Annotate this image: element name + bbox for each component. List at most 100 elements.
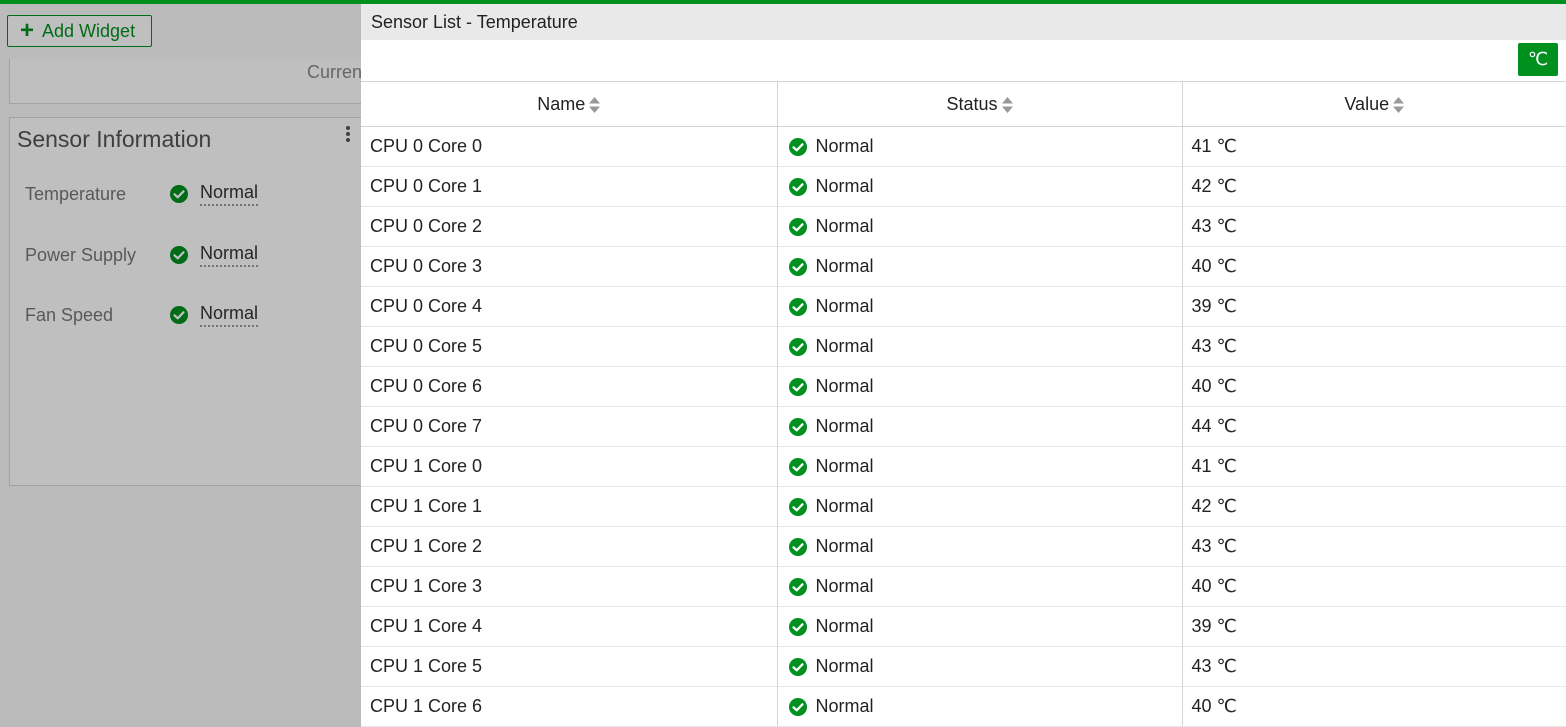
sensor-status-text: Normal (815, 296, 874, 316)
sensor-status-text: Normal (815, 216, 874, 236)
sort-icon[interactable] (589, 96, 601, 113)
sensor-value-cell: 43 ℃ (1182, 206, 1566, 247)
sensor-status-cell: Normal (777, 526, 1183, 567)
top-accent-bar (0, 0, 1566, 4)
sensor-value-cell: 41 ℃ (1182, 446, 1566, 487)
check-circle-icon (788, 297, 807, 316)
table-row[interactable]: CPU 1 Core 4 Normal 39 ℃ (361, 606, 1566, 647)
sensor-name-cell: CPU 1 Core 1 (361, 486, 778, 527)
sensor-status-text: Normal (815, 136, 874, 156)
sensor-value-cell: 43 ℃ (1182, 326, 1566, 367)
sensor-name-cell: CPU 1 Core 5 (361, 646, 778, 687)
sensor-value-cell: 41 ℃ (1182, 126, 1566, 167)
sensor-status-text: Normal (815, 496, 874, 516)
sensor-status-text: Normal (815, 256, 874, 276)
sensor-status-cell: Normal (777, 126, 1183, 167)
sort-icon[interactable] (1001, 96, 1013, 113)
check-circle-icon (788, 137, 807, 156)
sensor-status-text: Normal (815, 616, 874, 636)
sensor-status-cell: Normal (777, 646, 1183, 687)
check-circle-icon (788, 657, 807, 676)
table-row[interactable]: CPU 0 Core 6 Normal 40 ℃ (361, 366, 1566, 407)
panel-toolbar: ℃ (361, 40, 1566, 82)
sort-icon[interactable] (1393, 96, 1405, 113)
table-row[interactable]: CPU 1 Core 2 Normal 43 ℃ (361, 526, 1566, 567)
sensor-status-cell: Normal (777, 166, 1183, 207)
sensor-value-cell: 43 ℃ (1182, 526, 1566, 567)
sensor-list-panel: Sensor List - Temperature ℃ Name Status … (361, 4, 1566, 727)
sensor-value-cell: 39 ℃ (1182, 286, 1566, 327)
table-row[interactable]: CPU 0 Core 5 Normal 43 ℃ (361, 326, 1566, 367)
sensor-value-cell: 42 ℃ (1182, 486, 1566, 527)
sensor-value-cell: 40 ℃ (1182, 686, 1566, 727)
table-row[interactable]: CPU 1 Core 5 Normal 43 ℃ (361, 646, 1566, 687)
check-circle-icon (788, 577, 807, 596)
sensor-name-cell: CPU 1 Core 2 (361, 526, 778, 567)
sensor-name-cell: CPU 0 Core 5 (361, 326, 778, 367)
check-circle-icon (788, 457, 807, 476)
sensor-status-text: Normal (815, 176, 874, 196)
sensor-value-cell: 43 ℃ (1182, 646, 1566, 687)
sensor-status-cell: Normal (777, 446, 1183, 487)
sensor-name-cell: CPU 1 Core 3 (361, 566, 778, 607)
check-circle-icon (788, 177, 807, 196)
table-row[interactable]: CPU 0 Core 1 Normal 42 ℃ (361, 166, 1566, 207)
sensor-status-text: Normal (815, 416, 874, 436)
sensor-name-cell: CPU 0 Core 4 (361, 286, 778, 327)
sensor-value-cell: 39 ℃ (1182, 606, 1566, 647)
sensor-status-text: Normal (815, 336, 874, 356)
sensor-status-cell: Normal (777, 566, 1183, 607)
sensor-name-cell: CPU 0 Core 2 (361, 206, 778, 247)
sensor-name-cell: CPU 1 Core 4 (361, 606, 778, 647)
sensor-name-cell: CPU 0 Core 3 (361, 246, 778, 287)
sensor-status-text: Normal (815, 576, 874, 596)
panel-header: Sensor List - Temperature (361, 4, 1566, 40)
table-header-row: Name Status Value (361, 82, 1566, 127)
sensor-value-cell: 42 ℃ (1182, 166, 1566, 207)
sensor-status-text: Normal (815, 656, 874, 676)
sensor-status-cell: Normal (777, 326, 1183, 367)
sensor-status-text: Normal (815, 536, 874, 556)
table-row[interactable]: CPU 1 Core 1 Normal 42 ℃ (361, 486, 1566, 527)
sensor-status-cell: Normal (777, 206, 1183, 247)
celsius-toggle-button[interactable]: ℃ (1518, 43, 1558, 76)
sensor-value-cell: 44 ℃ (1182, 406, 1566, 447)
check-circle-icon (788, 417, 807, 436)
column-header-status[interactable]: Status (777, 82, 1183, 127)
check-circle-icon (788, 537, 807, 556)
sensor-value-cell: 40 ℃ (1182, 246, 1566, 287)
table-row[interactable]: CPU 0 Core 3 Normal 40 ℃ (361, 246, 1566, 287)
sensor-table: Name Status Value CPU 0 Core 0 Normal 41… (361, 82, 1566, 727)
sensor-name-cell: CPU 1 Core 0 (361, 446, 778, 487)
check-circle-icon (788, 497, 807, 516)
table-row[interactable]: CPU 0 Core 0 Normal 41 ℃ (361, 126, 1566, 167)
column-header-value[interactable]: Value (1182, 82, 1566, 127)
check-circle-icon (788, 617, 807, 636)
sensor-status-cell: Normal (777, 366, 1183, 407)
sensor-status-cell: Normal (777, 486, 1183, 527)
column-header-name[interactable]: Name (361, 82, 778, 127)
check-circle-icon (788, 697, 807, 716)
sensor-value-cell: 40 ℃ (1182, 366, 1566, 407)
sensor-status-text: Normal (815, 696, 874, 716)
table-row[interactable]: CPU 0 Core 7 Normal 44 ℃ (361, 406, 1566, 447)
table-row[interactable]: CPU 0 Core 4 Normal 39 ℃ (361, 286, 1566, 327)
check-circle-icon (788, 337, 807, 356)
sensor-name-cell: CPU 0 Core 6 (361, 366, 778, 407)
sensor-status-cell: Normal (777, 686, 1183, 727)
sensor-status-cell: Normal (777, 246, 1183, 287)
check-circle-icon (788, 257, 807, 276)
sensor-name-cell: CPU 0 Core 0 (361, 126, 778, 167)
table-row[interactable]: CPU 1 Core 6 Normal 40 ℃ (361, 686, 1566, 727)
sensor-name-cell: CPU 0 Core 7 (361, 406, 778, 447)
sensor-status-text: Normal (815, 456, 874, 476)
table-row[interactable]: CPU 1 Core 3 Normal 40 ℃ (361, 566, 1566, 607)
table-row[interactable]: CPU 0 Core 2 Normal 43 ℃ (361, 206, 1566, 247)
sensor-status-cell: Normal (777, 406, 1183, 447)
sensor-name-cell: CPU 0 Core 1 (361, 166, 778, 207)
sensor-value-cell: 40 ℃ (1182, 566, 1566, 607)
check-circle-icon (788, 217, 807, 236)
sensor-name-cell: CPU 1 Core 6 (361, 686, 778, 727)
table-row[interactable]: CPU 1 Core 0 Normal 41 ℃ (361, 446, 1566, 487)
sensor-status-cell: Normal (777, 286, 1183, 327)
